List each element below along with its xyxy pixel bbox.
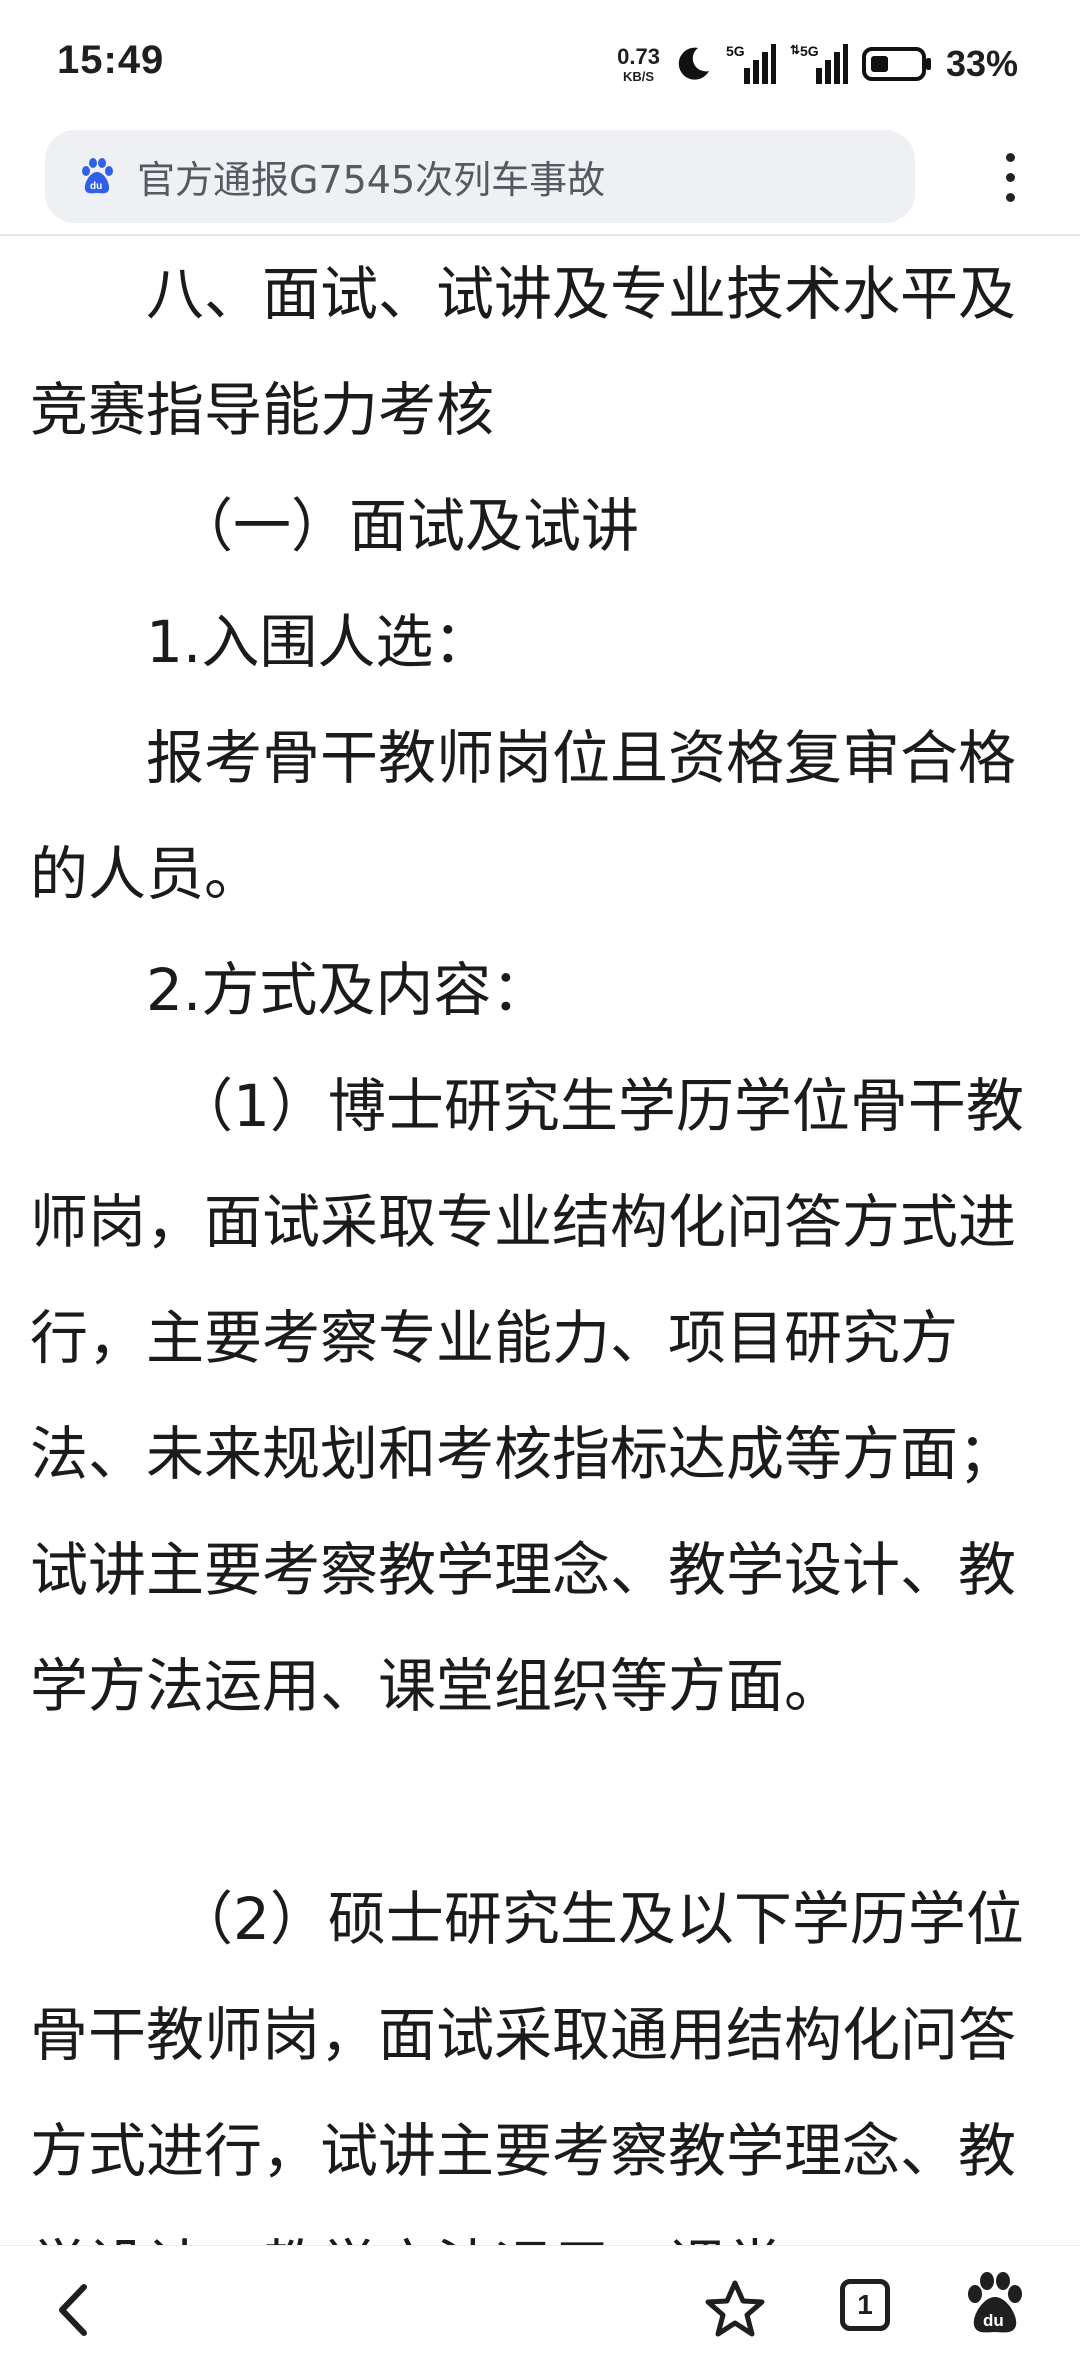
svg-text:du: du (90, 181, 102, 192)
search-query[interactable]: 官方通报G7545次列车事故 (137, 149, 605, 204)
signal-icon: ⇅ 5G (790, 43, 848, 84)
signal-icon: 5G (726, 43, 776, 84)
article-paragraph: 1.入围人选： (30, 608, 492, 676)
signal-1-label: 5G (726, 43, 745, 59)
more-dot (1005, 193, 1015, 202)
star-icon[interactable] (700, 2275, 770, 2345)
article-content: 八、面试、试讲及专业技术水平及竞赛指导能力考核 （一）面试及试讲 1.入围人选：… (0, 236, 1080, 2245)
svg-text:du: du (983, 2311, 1004, 2330)
article-paragraph: 报考骨干教师岗位且资格复审合格的人员。 (30, 724, 1017, 908)
more-dot (1005, 153, 1015, 162)
status-time: 15:49 (57, 38, 165, 82)
battery-percent: 33% (945, 43, 1018, 84)
search-bar[interactable]: du 官方通报G7545次列车事故 (45, 130, 915, 223)
signal-2-label: 5G (800, 43, 819, 59)
baidu-paw-icon[interactable]: du (960, 2270, 1030, 2340)
status-bar: 15:49 0.73 KB/S 5G ⇅ 5G 33% (0, 0, 1080, 120)
tabs-icon[interactable]: 1 (840, 2279, 890, 2331)
article-paragraph: 2.方式及内容： (30, 956, 550, 1024)
network-speed: 0.73 KB/S (617, 43, 660, 84)
baidu-paw-icon: du (82, 157, 113, 193)
more-dot (1005, 173, 1015, 182)
moon-icon (678, 47, 709, 80)
bottom-nav-bar (0, 2245, 1080, 2377)
network-speed-value: 0.73 (617, 43, 660, 69)
back-icon[interactable] (40, 2275, 110, 2345)
more-menu-button[interactable] (985, 140, 1035, 215)
article-paragraph: （2）硕士研究生及以下学历学位骨干教师岗，面试采取通用结构化问答方式进行，试讲主… (30, 1885, 1024, 2245)
svg-text:⇅: ⇅ (790, 43, 800, 57)
tab-count: 1 (857, 2289, 873, 2320)
battery-icon (861, 47, 931, 81)
status-indicators: 0.73 KB/S 5G ⇅ 5G 33% (617, 38, 1018, 90)
article-paragraph: （一）面试及试讲 (30, 492, 640, 560)
network-speed-unit: KB/S (622, 68, 655, 84)
article-paragraph: 八、面试、试讲及专业技术水平及竞赛指导能力考核 (30, 260, 1017, 444)
article-paragraph: （1）博士研究生学历学位骨干教师岗，面试采取专业结构化问答方式进行，主要考察专业… (30, 1072, 1024, 1720)
